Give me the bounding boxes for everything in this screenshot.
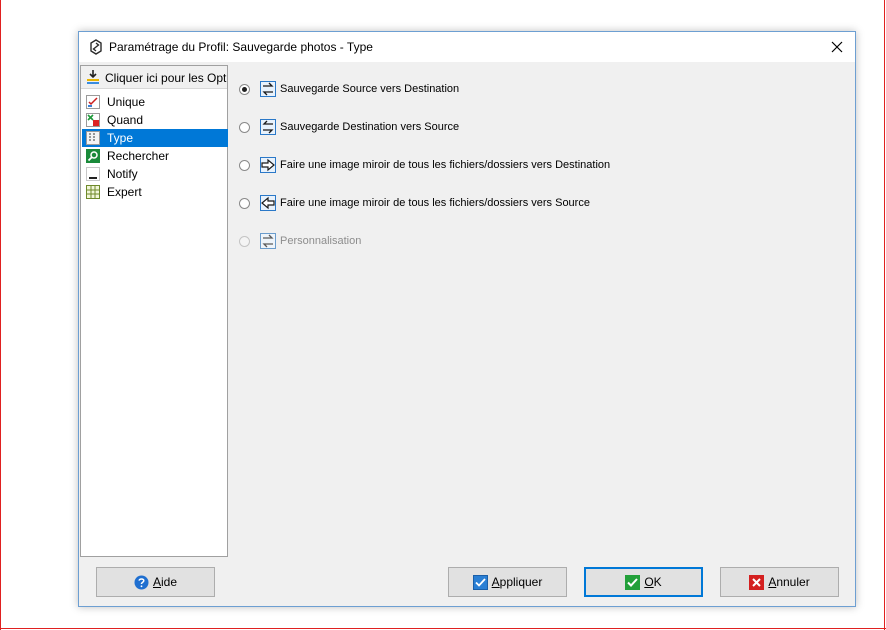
options-nav-panel: Cliquer ici pour les Options Simples Uni… — [80, 65, 228, 557]
nav-item-expert[interactable]: Expert — [82, 183, 228, 201]
option-label: Faire une image miroir de tous les fichi… — [280, 197, 590, 209]
ok-button-label: OK — [644, 575, 662, 589]
radio-mirror-to-source[interactable] — [239, 197, 250, 209]
simple-options-toggle[interactable]: Cliquer ici pour les Options Simples — [81, 66, 227, 89]
option-backup-source-to-destination[interactable]: Sauvegarde Source vers Destination — [239, 78, 839, 100]
download-arrow-icon — [87, 70, 99, 84]
apply-button[interactable]: Appliquer — [448, 567, 567, 597]
cancel-x-icon — [749, 574, 765, 590]
quand-icon — [86, 113, 100, 127]
nav-item-type[interactable]: Type — [82, 129, 228, 147]
expert-icon — [86, 185, 100, 199]
apply-button-label: Appliquer — [491, 575, 543, 589]
apply-checklist-icon — [472, 574, 488, 590]
nav-item-label: Quand — [107, 113, 144, 127]
screen-frame-left — [0, 0, 1, 630]
option-label: Faire une image miroir de tous les fichi… — [280, 159, 611, 171]
nav-list: Unique Quand Type Rechercher Notify Expe… — [82, 93, 228, 201]
help-icon — [134, 575, 149, 589]
option-mirror-to-source[interactable]: Faire une image miroir de tous les fichi… — [239, 192, 839, 214]
cancel-button-label: Annuler — [768, 575, 810, 589]
option-mirror-to-destination[interactable]: Faire une image miroir de tous les fichi… — [239, 154, 839, 176]
option-label: Sauvegarde Source vers Destination — [280, 83, 460, 95]
window-title: Paramétrage du Profil: Sauvegarde photos… — [109, 40, 373, 54]
profile-settings-dialog: Paramétrage du Profil: Sauvegarde photos… — [78, 31, 856, 607]
custom-sync-icon — [260, 233, 276, 249]
radio-custom — [239, 235, 250, 247]
notify-icon — [86, 167, 100, 181]
ok-button[interactable]: OK — [584, 567, 703, 597]
simple-options-label: Cliquer ici pour les Options Simples — [105, 71, 227, 85]
screen-frame-right — [884, 0, 885, 630]
type-icon — [86, 131, 100, 145]
nav-item-quand[interactable]: Quand — [82, 111, 228, 129]
nav-item-unique[interactable]: Unique — [82, 93, 228, 111]
app-logo-icon — [90, 39, 102, 55]
mirror-left-icon — [260, 195, 276, 211]
title-bar[interactable]: Paramétrage du Profil: Sauvegarde photos… — [79, 32, 855, 62]
radio-backup-source-to-destination[interactable] — [239, 83, 250, 95]
cancel-button[interactable]: Annuler — [720, 567, 839, 597]
close-icon — [831, 41, 843, 53]
radio-backup-destination-to-source[interactable] — [239, 121, 250, 133]
nav-item-rechercher[interactable]: Rechercher — [82, 147, 228, 165]
search-icon — [86, 149, 100, 163]
backup-right-icon — [260, 81, 276, 97]
help-button-label: Aide — [152, 575, 178, 589]
nav-item-label: Type — [107, 131, 134, 145]
nav-item-notify[interactable]: Notify — [82, 165, 228, 183]
option-label: Personnalisation — [280, 235, 362, 247]
nav-item-label: Unique — [107, 95, 146, 109]
mirror-right-icon — [260, 157, 276, 173]
nav-item-label: Rechercher — [107, 149, 170, 163]
screen-frame-bottom — [0, 628, 886, 629]
option-backup-destination-to-source[interactable]: Sauvegarde Destination vers Source — [239, 116, 839, 138]
nav-item-label: Notify — [107, 167, 138, 181]
ok-check-icon — [625, 574, 641, 590]
backup-left-icon — [260, 119, 276, 135]
option-custom: Personnalisation — [239, 230, 839, 252]
close-button[interactable] — [819, 32, 855, 62]
help-button[interactable]: Aide — [96, 567, 215, 597]
unique-icon — [86, 95, 100, 109]
nav-item-label: Expert — [107, 185, 142, 199]
option-label: Sauvegarde Destination vers Source — [280, 121, 460, 133]
radio-mirror-to-destination[interactable] — [239, 159, 250, 171]
